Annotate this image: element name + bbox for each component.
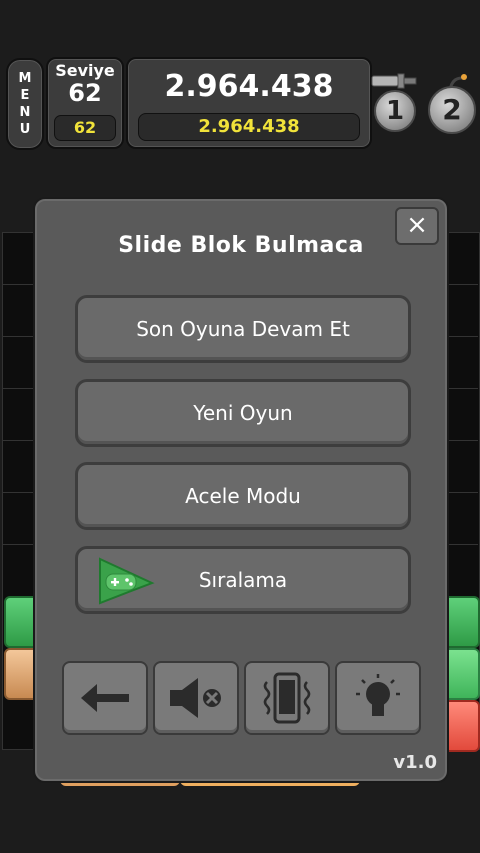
main-menu-dialog: × Slide Blok Bulmaca Son Oyuna Devam Et … xyxy=(33,197,449,783)
vibration-toggle-button[interactable] xyxy=(244,661,330,735)
menu-letter: U xyxy=(19,122,31,137)
back-arrow-icon xyxy=(81,684,129,712)
rush-mode-label: Acele Modu xyxy=(185,484,301,508)
version-label: v1.0 xyxy=(393,752,437,773)
hint-button[interactable] xyxy=(335,661,421,735)
grid-line xyxy=(2,388,34,389)
level-value: 62 xyxy=(68,79,102,107)
sound-toggle-button[interactable] xyxy=(153,661,239,735)
new-game-label: Yeni Oyun xyxy=(193,401,293,425)
leaderboard-button[interactable]: Sıralama xyxy=(75,546,411,614)
bomb-count: 2 xyxy=(428,86,476,134)
score-best: 2.964.438 xyxy=(138,113,360,141)
vibration-icon xyxy=(263,672,311,724)
menu-button[interactable]: M E N U xyxy=(6,58,44,150)
level-title: Seviye xyxy=(55,61,115,80)
menu-letter: M xyxy=(18,71,32,86)
bomb-powerup[interactable]: 2 xyxy=(420,72,476,134)
continue-game-button[interactable]: Son Oyuna Devam Et xyxy=(75,295,411,363)
level-best: 62 xyxy=(54,115,116,141)
back-button[interactable] xyxy=(62,661,148,735)
grid-line xyxy=(446,544,478,545)
play-games-icon xyxy=(99,557,155,605)
hammer-count: 1 xyxy=(374,90,416,132)
grid-line xyxy=(446,492,478,493)
new-game-button[interactable]: Yeni Oyun xyxy=(75,379,411,447)
menu-letter: E xyxy=(20,88,30,103)
score-panel: 2.964.438 2.964.438 xyxy=(126,57,372,149)
leaderboard-label: Sıralama xyxy=(198,568,288,592)
hammer-powerup[interactable]: 1 xyxy=(368,70,420,132)
grid-line xyxy=(446,388,478,389)
continue-game-label: Son Oyuna Devam Et xyxy=(136,317,350,341)
level-panel: Seviye 62 62 xyxy=(46,57,124,149)
grid-line xyxy=(2,336,34,337)
grid-line xyxy=(446,440,478,441)
grid-line xyxy=(446,336,478,337)
score-value: 2.964.438 xyxy=(164,69,334,104)
grid-line xyxy=(2,440,34,441)
grid-line xyxy=(2,544,34,545)
grid-line xyxy=(2,284,34,285)
menu-letter: N xyxy=(19,105,31,120)
hint-bulb-icon xyxy=(356,674,400,716)
dialog-title: Slide Blok Bulmaca xyxy=(118,233,364,258)
rush-mode-button[interactable]: Acele Modu xyxy=(75,462,411,530)
grid-line xyxy=(2,492,34,493)
sound-off-icon xyxy=(170,678,221,718)
grid-line xyxy=(446,284,478,285)
